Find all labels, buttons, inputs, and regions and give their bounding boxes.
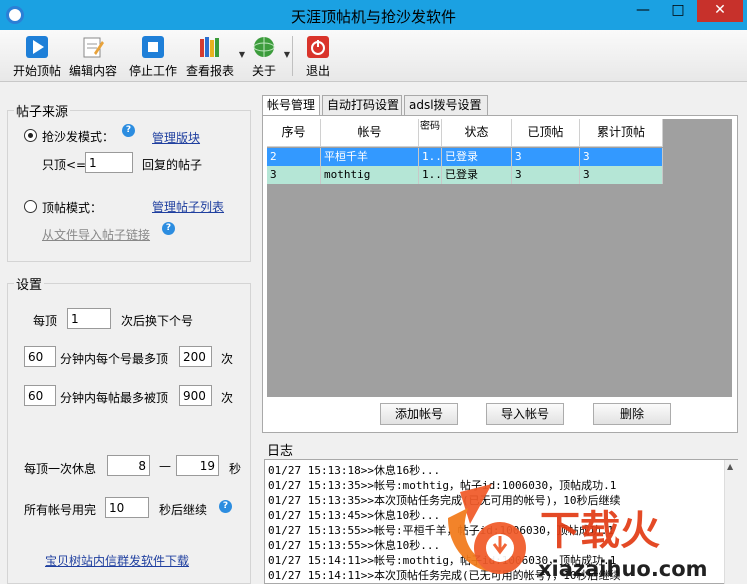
column-header[interactable]: 状态 (442, 119, 512, 147)
settings-title: 设置 (14, 274, 45, 293)
cell-status: 已登录 (442, 148, 512, 166)
column-header[interactable]: 序号 (267, 119, 321, 147)
log-line: 01/27 15:13:18>>休息16秒... (268, 464, 441, 477)
help-icon[interactable]: ? (219, 500, 232, 513)
promo-download-link[interactable]: 宝贝树站内信群发软件下载 (45, 552, 189, 569)
report-button[interactable]: 查看报表 ▼ (183, 32, 245, 80)
sofa-mode-label: 抢沙发模式： (42, 130, 115, 144)
start-label: 开始顶帖 (12, 64, 61, 78)
cell-done: 3 (512, 148, 580, 166)
per-account-label: 分钟内每个号最多顶 (60, 352, 169, 366)
continue-after-input[interactable] (105, 497, 149, 518)
help-icon[interactable]: ? (162, 222, 175, 235)
column-header[interactable]: 已顶帖 (512, 119, 580, 147)
stop-label: 停止工作 (128, 64, 177, 78)
per-post-input[interactable] (179, 385, 212, 406)
only-top-label: 只顶<= (42, 158, 87, 172)
sofa-mode-radio[interactable] (24, 129, 37, 142)
per-post-label: 分钟内每帖最多被顶 (60, 391, 169, 405)
toolbar: 开始顶帖 编辑内容 停止工作 查看报表 ▼ 关于 ▼ 退出 (0, 30, 747, 82)
rest-label: 每顶一次休息 (24, 462, 97, 476)
cell-total: 3 (580, 166, 663, 184)
range-dash: — (159, 459, 171, 473)
cell-no: 3 (267, 166, 321, 184)
switch-count-input[interactable] (67, 308, 111, 329)
tab-account-management[interactable]: 帐号管理 (262, 95, 320, 116)
column-header[interactable]: 密码 (419, 119, 442, 147)
cell-account: mothtig (321, 166, 419, 184)
globe-icon (253, 37, 275, 57)
start-button[interactable]: 开始顶帖 (10, 32, 64, 80)
about-label: 关于 (251, 64, 276, 78)
dropdown-arrow-icon: ▼ (283, 50, 290, 59)
edit-content-button[interactable]: 编辑内容 (66, 32, 120, 80)
cell-total: 3 (580, 148, 663, 166)
rest-max-input[interactable] (176, 455, 219, 476)
stop-icon (142, 36, 164, 58)
log-line: 01/27 15:13:55>>休息10秒... (268, 539, 441, 552)
exit-button[interactable]: 退出 (300, 32, 336, 80)
continue-suffix: 秒后继续 (159, 503, 208, 517)
only-top-suffix: 回复的帖子 (142, 158, 203, 172)
manage-boards-link[interactable]: 管理版块 (152, 129, 200, 146)
top-mode-radio[interactable] (24, 200, 37, 213)
tab-adsl-settings[interactable]: adsl拨号设置 (404, 95, 488, 115)
cell-status: 已登录 (442, 166, 512, 184)
import-links-link[interactable]: 从文件导入帖子链接 (42, 226, 150, 243)
minimize-button[interactable]: — (630, 0, 656, 22)
log-title: 日志 (267, 444, 294, 459)
watermark-logo: 下载火 xiazaihuo.com (448, 484, 708, 581)
cell-account: 平桓千羊 (321, 148, 419, 166)
switch-suffix: 次后换下个号 (121, 314, 194, 328)
exit-label: 退出 (305, 64, 330, 78)
minutes-post-input[interactable] (24, 385, 56, 406)
log-line: 01/27 15:13:45>>休息10秒... (268, 509, 441, 522)
top-mode-label: 顶帖模式： (42, 201, 103, 215)
edit-content-label: 编辑内容 (68, 64, 117, 78)
books-icon (200, 37, 219, 57)
times-label-2: 次 (221, 391, 234, 405)
table-row[interactable]: 3 mothtig 1.. 已登录 3 3 (267, 166, 663, 184)
title-bar: 天涯顶帖机与抢沙发软件 — □ ✕ (0, 0, 747, 30)
add-account-button[interactable]: 添加帐号 (380, 403, 458, 425)
about-button[interactable]: 关于 ▼ (246, 32, 290, 80)
import-account-button[interactable]: 导入帐号 (486, 403, 564, 425)
watermark-site: xiazaihuo.com (538, 557, 708, 581)
tab-captcha-settings[interactable]: 自动打码设置 (322, 95, 402, 115)
times-label: 次 (221, 352, 234, 366)
pencil-icon (83, 37, 104, 58)
each-top-label: 每顶 (33, 314, 58, 328)
stop-button[interactable]: 停止工作 (126, 32, 180, 80)
all-used-label: 所有帐号用完 (24, 503, 97, 517)
toolbar-separator (292, 36, 293, 76)
delete-account-button[interactable]: 删除 (593, 403, 671, 425)
table-row[interactable]: 2 平桓千羊 1.. 已登录 3 3 (267, 148, 663, 166)
column-header[interactable]: 累计顶帖 (580, 119, 663, 147)
play-icon (26, 36, 48, 58)
cell-password: 1.. (419, 148, 442, 166)
per-account-input[interactable] (179, 346, 212, 367)
help-icon[interactable]: ? (122, 124, 135, 137)
minutes-account-input[interactable] (24, 346, 56, 367)
account-table[interactable]: 序号 帐号 密码 状态 已顶帖 累计顶帖 2 平桓千羊 1.. 已登录 3 3 … (267, 119, 732, 397)
close-button[interactable]: ✕ (697, 0, 743, 22)
maximize-button[interactable]: □ (665, 0, 691, 22)
report-label: 查看报表 (185, 64, 234, 78)
seconds-label: 秒 (229, 462, 242, 476)
watermark-brand: 下载火 (540, 508, 660, 554)
cell-no: 2 (267, 148, 321, 166)
cell-password: 1.. (419, 166, 442, 184)
post-source-title: 帖子来源 (14, 101, 71, 120)
column-header[interactable]: 帐号 (321, 119, 419, 147)
manage-posts-link[interactable]: 管理帖子列表 (152, 198, 224, 215)
scroll-up-icon: ▲ (727, 462, 734, 471)
rest-min-input[interactable] (107, 455, 150, 476)
only-top-input[interactable] (85, 152, 133, 173)
dropdown-arrow-icon: ▼ (238, 50, 245, 59)
cell-done: 3 (512, 166, 580, 184)
power-icon (307, 36, 329, 58)
